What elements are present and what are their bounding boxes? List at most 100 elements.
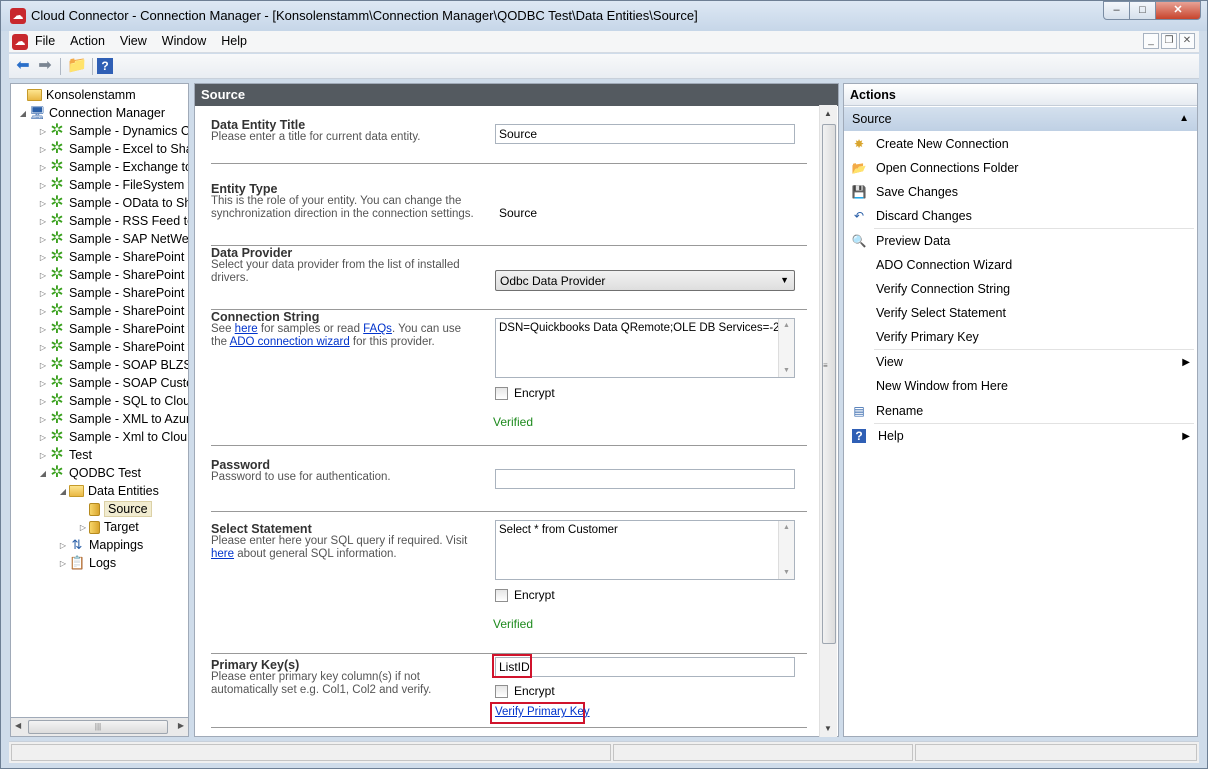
maximize-button[interactable]: □ — [1129, 1, 1156, 20]
expand-arrow-icon[interactable]: ▷ — [37, 325, 49, 334]
action-preview-data[interactable]: 🔍 Preview Data — [850, 231, 1190, 251]
tree-root[interactable]: Konsolenstamm — [15, 86, 136, 104]
tree-data-entities[interactable]: ◢ Data Entities — [57, 482, 159, 500]
action-ado-connection-wizard[interactable]: ADO Connection Wizard — [850, 255, 1190, 275]
action-rename[interactable]: ▤ Rename — [850, 401, 1190, 421]
tree-connection-10[interactable]: ▷ ✲ Sample - SharePoint ( — [37, 302, 188, 320]
action-view[interactable]: View ▶ — [850, 352, 1190, 372]
collapse-icon[interactable]: ▲ — [1179, 107, 1189, 131]
expand-arrow-icon[interactable]: ▷ — [57, 559, 69, 568]
expand-arrow-icon[interactable]: ▷ — [37, 217, 49, 226]
tree-connection-14[interactable]: ▷ ✲ Sample - SOAP Custo — [37, 374, 188, 392]
child-restore-button[interactable]: ❐ — [1161, 33, 1177, 49]
tree-connection-1[interactable]: ▷ ✲ Sample - Excel to Shar — [37, 140, 188, 158]
tree-connection-2[interactable]: ▷ ✲ Sample - Exchange to — [37, 158, 188, 176]
data-entity-title-input[interactable]: Source — [495, 124, 795, 144]
minimize-button[interactable]: – — [1103, 1, 1130, 20]
close-button[interactable]: ✕ — [1155, 1, 1201, 20]
expand-arrow-icon[interactable]: ▷ — [37, 163, 49, 172]
tree-connection-13[interactable]: ▷ ✲ Sample - SOAP BLZSe — [37, 356, 188, 374]
tree-connection-5[interactable]: ▷ ✲ Sample - RSS Feed to — [37, 212, 188, 230]
sql-info-link[interactable]: here — [211, 548, 234, 560]
actions-section-source[interactable]: Source ▲ — [844, 107, 1197, 131]
up-folder-icon[interactable]: 📁 — [67, 57, 87, 75]
faqs-link[interactable]: FAQs — [363, 323, 392, 335]
tree-connection-11[interactable]: ▷ ✲ Sample - SharePoint t — [37, 320, 188, 338]
expand-arrow-icon[interactable]: ▷ — [37, 271, 49, 280]
tree-connection-16[interactable]: ▷ ✲ Sample - XML to Azur — [37, 410, 188, 428]
tree-source[interactable]: Source — [77, 500, 152, 518]
expand-arrow-icon[interactable]: ▷ — [37, 181, 49, 190]
data-provider-select[interactable]: Odbc Data Provider ▼ — [495, 270, 795, 291]
expand-arrow-icon[interactable]: ▷ — [37, 415, 49, 424]
expand-arrow-icon[interactable]: ▷ — [37, 199, 49, 208]
tree-horizontal-scrollbar[interactable]: ◀ ||| ▶ — [10, 717, 189, 737]
expand-arrow-icon[interactable]: ◢ — [57, 487, 69, 496]
child-minimize-button[interactable]: _ — [1143, 33, 1159, 49]
verify-primary-key-link[interactable]: Verify Primary Key — [495, 706, 590, 718]
tree-qodbc-test[interactable]: ◢ ✲ QODBC Test — [37, 464, 141, 482]
action-discard-changes[interactable]: ↶ Discard Changes — [850, 206, 1190, 226]
tree-connection-3[interactable]: ▷ ✲ Sample - FileSystem t — [37, 176, 188, 194]
primary-key-input[interactable]: ListID — [495, 657, 795, 677]
scroll-thumb[interactable]: ||| — [28, 720, 168, 734]
tree-connection-7[interactable]: ▷ ✲ Sample - SharePoint ( — [37, 248, 188, 266]
action-help[interactable]: ? Help ▶ — [850, 426, 1190, 446]
menu-action[interactable]: Action — [70, 34, 105, 48]
expand-arrow-icon[interactable]: ▷ — [37, 397, 49, 406]
expand-arrow-icon[interactable]: ▷ — [37, 307, 49, 316]
app-menu-icon[interactable]: ☁ — [12, 34, 28, 50]
expand-arrow-icon[interactable]: ▷ — [37, 253, 49, 262]
menu-window[interactable]: Window — [162, 34, 206, 48]
expand-arrow-icon[interactable]: ▷ — [37, 379, 49, 388]
child-close-button[interactable]: ✕ — [1179, 33, 1195, 49]
connection-encrypt-checkbox[interactable]: Encrypt — [495, 386, 555, 400]
tree-connection-15[interactable]: ▷ ✲ Sample - SQL to Clou — [37, 392, 188, 410]
action-verify-connection-string[interactable]: Verify Connection String — [850, 279, 1190, 299]
back-arrow-icon[interactable]: ⬅ — [13, 57, 33, 75]
primary-key-encrypt-checkbox[interactable]: Encrypt — [495, 684, 555, 698]
connection-string-textarea[interactable]: DSN=Quickbooks Data QRemote;OLE DB Servi… — [495, 318, 795, 378]
help-icon[interactable]: ? — [97, 58, 113, 74]
menu-help[interactable]: Help — [221, 34, 247, 48]
action-new-window-from-here[interactable]: New Window from Here — [850, 376, 1190, 396]
samples-link[interactable]: here — [235, 323, 258, 335]
expand-arrow-icon[interactable]: ▷ — [37, 127, 49, 136]
ado-wizard-link[interactable]: ADO connection wizard — [230, 336, 350, 348]
action-verify-select-statement[interactable]: Verify Select Statement — [850, 303, 1190, 323]
menu-view[interactable]: View — [120, 34, 147, 48]
expand-arrow-icon[interactable]: ▷ — [37, 451, 49, 460]
expand-arrow-icon[interactable]: ▷ — [57, 541, 69, 550]
expand-arrow-icon[interactable]: ▷ — [77, 523, 89, 532]
expand-arrow-icon[interactable]: ▷ — [37, 433, 49, 442]
tree-connection-manager[interactable]: ◢ 🖥 Connection Manager — [17, 104, 165, 122]
tree-connection-4[interactable]: ▷ ✲ Sample - OData to Sh — [37, 194, 188, 212]
password-input[interactable] — [495, 469, 795, 489]
tree-connection-0[interactable]: ▷ ✲ Sample - Dynamics C — [37, 122, 188, 140]
expand-arrow-icon[interactable]: ▷ — [37, 289, 49, 298]
tree-connection-6[interactable]: ▷ ✲ Sample - SAP NetWea — [37, 230, 188, 248]
expand-arrow-icon[interactable]: ◢ — [17, 109, 29, 118]
select-encrypt-checkbox[interactable]: Encrypt — [495, 588, 555, 602]
tree-connection-12[interactable]: ▷ ✲ Sample - SharePoint t — [37, 338, 188, 356]
expand-arrow-icon[interactable]: ▷ — [37, 235, 49, 244]
scroll-thumb[interactable] — [822, 124, 836, 644]
action-open-connections-folder[interactable]: 📂 Open Connections Folder — [850, 158, 1190, 178]
expand-arrow-icon[interactable]: ◢ — [37, 469, 49, 478]
tree-connection-8[interactable]: ▷ ✲ Sample - SharePoint ( — [37, 266, 188, 284]
menu-file[interactable]: File — [35, 34, 55, 48]
action-create-new-connection[interactable]: ✸ Create New Connection — [850, 134, 1190, 154]
tree-target[interactable]: ▷ Target — [77, 518, 139, 536]
tree-connection-9[interactable]: ▷ ✲ Sample - SharePoint ( — [37, 284, 188, 302]
action-save-changes[interactable]: 💾 Save Changes — [850, 182, 1190, 202]
tree-logs[interactable]: ▷ 📋 Logs — [57, 554, 116, 572]
expand-arrow-icon[interactable]: ▷ — [37, 343, 49, 352]
action-verify-primary-key[interactable]: Verify Primary Key — [850, 327, 1190, 347]
expand-arrow-icon[interactable]: ▷ — [37, 361, 49, 370]
select-statement-textarea[interactable]: Select * from Customer ▲ ▼ — [495, 520, 795, 580]
expand-arrow-icon[interactable]: ▷ — [37, 145, 49, 154]
editor-vertical-scrollbar[interactable]: ▲ ≡ ▼ — [819, 105, 837, 737]
tree-mappings[interactable]: ▷ ⇅ Mappings — [57, 536, 143, 554]
forward-arrow-icon[interactable]: ➡ — [35, 57, 55, 75]
tree-connection-17[interactable]: ▷ ✲ Sample - Xml to Clou — [37, 428, 187, 446]
